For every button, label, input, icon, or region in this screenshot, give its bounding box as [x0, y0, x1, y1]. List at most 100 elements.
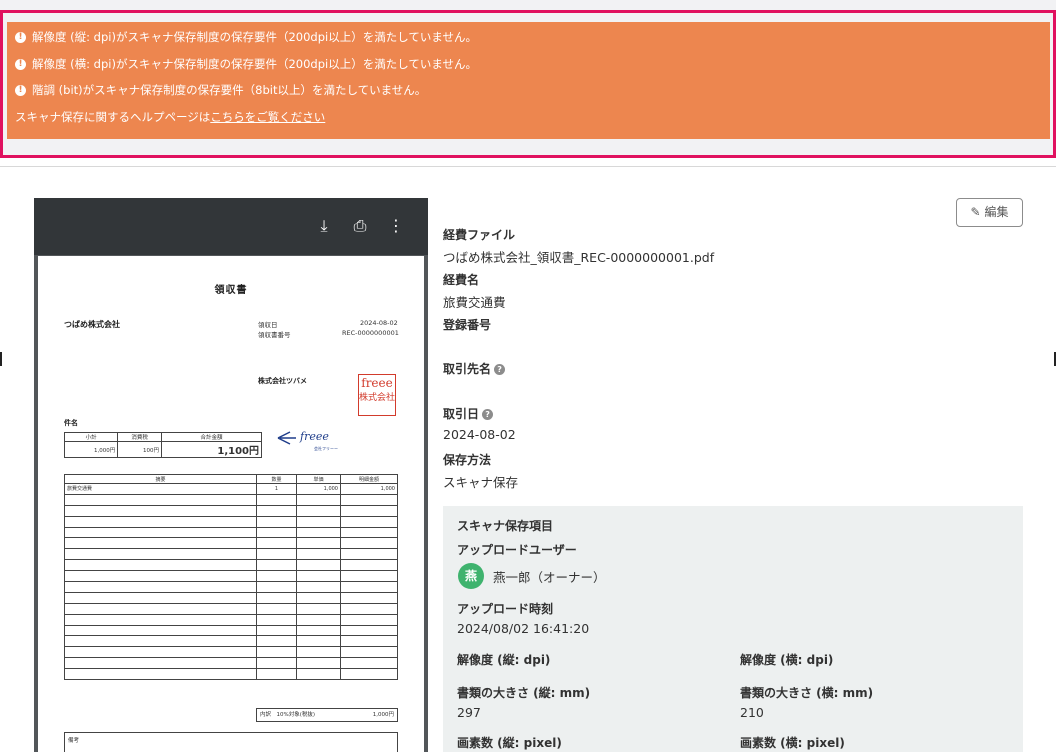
table-row: [64, 548, 398, 561]
doc-date-value: 2024-08-02: [360, 319, 398, 327]
alert-text: 解像度 (横: dpi)がスキャナ保存制度の保存要件（200dpi以上）を満たし…: [32, 56, 478, 71]
alert-line-gradation: ! 階調 (bit)がスキャナ保存制度の保存要件（8bit以上）を満たしていませ…: [15, 82, 1042, 109]
help-page-link[interactable]: こちらをご覧ください: [210, 109, 325, 125]
storage-method-value: スキャナ保存: [443, 475, 519, 490]
expense-name-label: 経費名: [443, 273, 480, 287]
alert-text: 解像度 (縦: dpi)がスキャナ保存制度の保存要件（200dpi以上）を満たし…: [32, 30, 478, 44]
upload-time-label: アップロード時刻: [457, 602, 554, 616]
print-icon[interactable]: ⎙: [348, 214, 372, 238]
scan-panel-title: スキャナ保存項目: [457, 519, 554, 533]
resize-handle-left[interactable]: [0, 352, 2, 366]
totals-header: 合計金額: [161, 432, 262, 442]
table-row: [64, 657, 398, 670]
edit-icon: ✎: [970, 205, 981, 219]
table-row: [64, 624, 398, 637]
table-row: [64, 602, 398, 615]
table-row: [64, 559, 398, 572]
table-row: [64, 668, 398, 681]
top-strip: [0, 0, 1056, 10]
expense-name-value: 旅費交通費: [443, 295, 506, 310]
seal-text-top: freee: [361, 376, 393, 390]
doc-recipient-company: つばめ株式会社: [64, 320, 120, 329]
warning-icon: !: [15, 58, 26, 70]
doc-subject-label: 件名: [64, 419, 78, 427]
alert-text: 階調 (bit)がスキャナ保存制度の保存要件（8bit以上）を満たしていません。: [32, 83, 427, 97]
divider: [0, 166, 1056, 167]
memo-label: 備考: [68, 738, 80, 744]
file-label: 経費ファイル: [443, 228, 516, 242]
item-quantity: 1: [256, 483, 297, 495]
table-row: [64, 646, 398, 659]
table-row: [64, 581, 398, 593]
alert-frame: ! 解像度 (縦: dpi)がスキャナ保存制度の保存要件（200dpi以上）を満…: [0, 10, 1056, 158]
size-horizontal-value: 210: [740, 705, 764, 720]
alert-help-line: スキャナ保存に関するヘルプページは こちらをご覧ください: [15, 109, 1042, 136]
table-row: [64, 570, 398, 583]
help-icon[interactable]: ?: [494, 364, 506, 375]
doc-date-label: 領収日: [258, 321, 278, 329]
more-options-icon[interactable]: ⋮: [384, 214, 408, 238]
edit-button[interactable]: ✎ 編集: [956, 198, 1023, 227]
warning-icon: !: [15, 32, 26, 43]
table-row: 旅費交通費 1 1,000 1,000: [64, 483, 398, 495]
items-header: 摘要: [64, 474, 257, 484]
totals-header: 消費税: [117, 432, 162, 442]
storage-method-label: 保存方法: [443, 453, 492, 467]
totals-header: 小計: [63, 432, 119, 442]
signature-subtext: 会社フリーー: [314, 445, 338, 451]
help-icon[interactable]: ?: [482, 409, 494, 420]
item-unit-price: 1,000: [296, 483, 341, 495]
transaction-date-label: 取引日: [443, 407, 480, 421]
table-row: [64, 493, 398, 506]
scanner-storage-panel: スキャナ保存項目 アップロードユーザー 燕 燕一郎（オーナー） アップロード時刻…: [443, 506, 1023, 752]
upload-user-name: 燕一郎（オーナー）: [493, 570, 606, 585]
signature-logo: freee 会社フリーー: [274, 424, 354, 454]
registration-number-label: 登録番号: [443, 318, 492, 332]
alert-line-resolution-horizontal: ! 解像度 (横: dpi)がスキャナ保存制度の保存要件（200dpi以上）を満…: [15, 56, 1042, 83]
size-vertical-label: 書類の大きさ (縦: mm): [457, 686, 591, 700]
pdf-page[interactable]: 領収書 つばめ株式会社 領収日 2024-08-02 領収書番号 REC-000…: [38, 256, 424, 752]
scanner-warning-alert: ! 解像度 (縦: dpi)がスキャナ保存制度の保存要件（200dpi以上）を満…: [7, 22, 1050, 139]
table-row: [64, 526, 398, 539]
table-row: [64, 613, 398, 626]
memo-box: 備考: [64, 732, 398, 752]
seal-text-bottom: 株式会社: [359, 393, 396, 403]
pixels-vertical-label: 画素数 (縦: pixel): [457, 736, 562, 750]
partner-name-field: 取引先名?: [443, 360, 506, 377]
table-row: [64, 537, 398, 550]
resolution-vertical-label: 解像度 (縦: dpi): [457, 653, 551, 667]
table-row: [64, 504, 398, 517]
alert-line-resolution-vertical: ! 解像度 (縦: dpi)がスキャナ保存制度の保存要件（200dpi以上）を満…: [15, 29, 1042, 56]
totals-subtotal: 1,000円: [63, 441, 119, 458]
subtotal-label: 内訳 10%対象(税抜): [260, 712, 316, 718]
transaction-date-field: 取引日?: [443, 405, 494, 422]
company-seal: freee 株式会社: [358, 374, 396, 416]
totals-table: 小計 消費税 合計金額 1,000円 100円 1,100円: [63, 432, 262, 458]
doc-number-value: REC-0000000001: [342, 329, 399, 337]
table-row: [64, 635, 398, 648]
file-value: つばめ株式会社_領収書_REC-0000000001.pdf: [443, 250, 715, 265]
upload-user-label: アップロードユーザー: [457, 543, 577, 557]
pdf-viewer-toolbar: ⤓ ⎙ ⋮: [34, 198, 428, 255]
partner-name-label: 取引先名: [443, 362, 492, 376]
transaction-date-value: 2024-08-02: [443, 427, 516, 442]
doc-issuer: 株式会社ツバメ: [258, 377, 307, 385]
items-table: 摘要 数量 単価 明細金額 旅費交通費 1 1,000 1,000: [64, 474, 398, 681]
table-row: [64, 515, 398, 528]
doc-title: 領収書: [214, 285, 248, 296]
items-header: 数量: [256, 474, 297, 484]
size-vertical-value: 297: [457, 705, 481, 720]
totals-grand-total: 1,100円: [161, 441, 262, 458]
upload-time-value: 2024/08/02 16:41:20: [457, 621, 590, 636]
totals-tax: 100円: [117, 441, 162, 458]
pdf-viewer: ⤓ ⎙ ⋮ 領収書 つばめ株式会社 領収日 2024-08-02 領収書番号 R…: [34, 198, 428, 752]
table-row: [64, 591, 398, 604]
pixels-horizontal-label: 画素数 (横: pixel): [740, 736, 845, 750]
resolution-horizontal-label: 解像度 (横: dpi): [740, 653, 834, 667]
signature-text: freee: [299, 430, 329, 443]
items-header: 明細金額: [340, 474, 398, 484]
subtotal-box: 内訳 10%対象(税抜) 1,000円: [256, 708, 398, 722]
item-amount: 1,000: [340, 483, 398, 495]
download-icon[interactable]: ⤓: [312, 214, 336, 238]
subtotal-value: 1,000円: [372, 712, 394, 718]
